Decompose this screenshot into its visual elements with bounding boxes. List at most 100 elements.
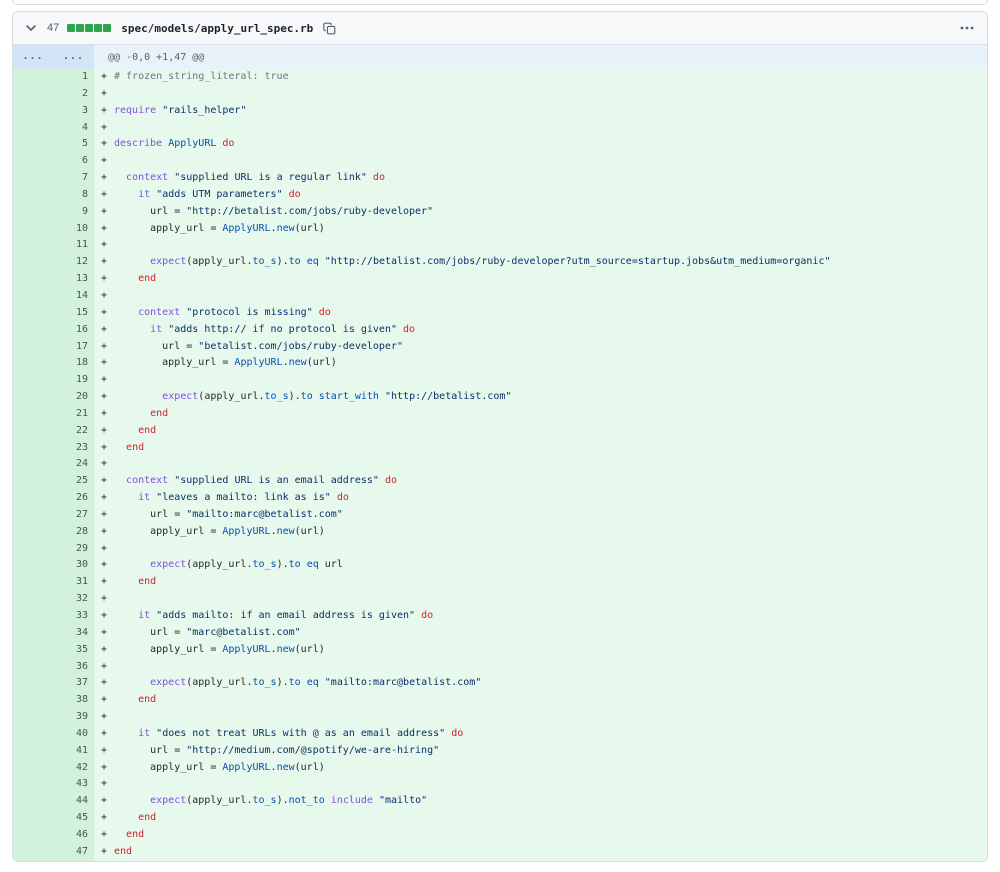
expand-hunk-new-button[interactable]: ... [63,52,84,62]
old-line-number-cell[interactable] [13,456,53,474]
old-line-number-cell[interactable] [13,490,53,507]
new-line-number-cell[interactable]: 10 [53,220,94,238]
old-line-number-cell[interactable] [13,810,53,827]
new-line-number-cell[interactable]: 1 [53,69,94,86]
old-line-number-cell[interactable] [13,692,53,710]
old-line-number-cell[interactable] [13,709,53,726]
old-line-number-cell[interactable] [13,338,53,356]
new-line-number-cell[interactable]: 40 [53,725,94,743]
new-line-number-cell[interactable]: 26 [53,490,94,507]
old-line-number-cell[interactable] [13,119,53,137]
old-line-number-cell[interactable] [13,271,53,288]
new-line-number-cell[interactable]: 23 [53,439,94,457]
old-line-number-cell[interactable] [13,439,53,457]
expand-hunk-old-button[interactable]: ... [22,52,43,62]
new-line-number-cell[interactable]: 36 [53,658,94,676]
old-line-number-cell[interactable] [13,506,53,524]
old-line-number-cell[interactable] [13,473,53,491]
new-line-number-cell[interactable]: 24 [53,456,94,474]
old-line-number-cell[interactable] [13,608,53,625]
new-line-number-cell[interactable]: 13 [53,271,94,288]
old-line-number-cell[interactable] [13,826,53,844]
old-line-number-cell[interactable] [13,405,53,423]
new-line-number-cell[interactable]: 25 [53,473,94,491]
new-line-number-cell[interactable]: 28 [53,523,94,541]
new-line-number-cell[interactable]: 5 [53,136,94,154]
old-line-number-cell[interactable] [13,624,53,642]
new-line-number-cell[interactable]: 11 [53,237,94,255]
old-line-number-cell[interactable] [13,675,53,693]
new-line-number-cell[interactable]: 39 [53,709,94,726]
new-line-number-cell[interactable]: 7 [53,170,94,187]
old-line-number-cell[interactable] [13,321,53,339]
new-line-number-cell[interactable]: 2 [53,85,94,103]
new-line-number-cell[interactable]: 30 [53,557,94,575]
new-line-number-cell[interactable]: 45 [53,810,94,827]
new-line-number-cell[interactable]: 20 [53,389,94,406]
new-line-number-cell[interactable]: 41 [53,742,94,760]
new-line-number-cell[interactable]: 35 [53,641,94,659]
new-line-number-cell[interactable]: 6 [53,153,94,171]
old-line-number-cell[interactable] [13,69,53,86]
old-line-number-cell[interactable] [13,85,53,103]
old-line-number-cell[interactable] [13,574,53,592]
old-line-number-cell[interactable] [13,304,53,322]
new-line-number-cell[interactable]: 37 [53,675,94,693]
new-line-number-cell[interactable]: 27 [53,506,94,524]
old-line-number-cell[interactable] [13,422,53,440]
new-line-number-cell[interactable]: 44 [53,793,94,811]
file-options-button[interactable] [957,18,977,38]
old-line-number-cell[interactable] [13,136,53,154]
new-line-number-cell[interactable]: 4 [53,119,94,137]
new-line-number-cell[interactable]: 42 [53,759,94,777]
old-line-number-cell[interactable] [13,725,53,743]
old-line-number-cell[interactable] [13,641,53,659]
old-line-number-cell[interactable] [13,237,53,255]
new-line-number-cell[interactable]: 29 [53,540,94,558]
new-line-number-cell[interactable]: 17 [53,338,94,356]
new-line-number-cell[interactable]: 33 [53,608,94,625]
new-line-number-cell[interactable]: 3 [53,102,94,120]
old-line-number-cell[interactable] [13,843,53,861]
new-line-number-cell[interactable]: 43 [53,776,94,794]
old-line-number-cell[interactable] [13,220,53,238]
old-line-number-cell[interactable] [13,372,53,390]
new-line-number-cell[interactable]: 22 [53,422,94,440]
old-line-number-cell[interactable] [13,759,53,777]
old-line-number-cell[interactable] [13,658,53,676]
new-line-number-cell[interactable]: 32 [53,591,94,608]
new-line-number-cell[interactable]: 19 [53,372,94,390]
new-line-number-cell[interactable]: 16 [53,321,94,339]
addition-marker: + [101,744,108,756]
old-line-number-cell[interactable] [13,776,53,794]
new-line-number-cell[interactable]: 18 [53,355,94,373]
old-line-number-cell[interactable] [13,355,53,373]
copy-path-button[interactable] [321,20,338,37]
new-line-number-cell[interactable]: 14 [53,287,94,305]
old-line-number-cell[interactable] [13,540,53,558]
new-line-number-cell[interactable]: 47 [53,843,94,861]
old-line-number-cell[interactable] [13,523,53,541]
old-line-number-cell[interactable] [13,153,53,171]
old-line-number-cell[interactable] [13,186,53,204]
old-line-number-cell[interactable] [13,793,53,811]
new-line-number-cell[interactable]: 21 [53,405,94,423]
new-line-number-cell[interactable]: 38 [53,692,94,710]
old-line-number-cell[interactable] [13,203,53,221]
new-line-number-cell[interactable]: 15 [53,304,94,322]
old-line-number-cell[interactable] [13,591,53,608]
old-line-number-cell[interactable] [13,557,53,575]
collapse-file-button[interactable] [23,20,39,36]
old-line-number-cell[interactable] [13,170,53,187]
old-line-number-cell[interactable] [13,287,53,305]
old-line-number-cell[interactable] [13,254,53,272]
old-line-number-cell[interactable] [13,389,53,406]
new-line-number-cell[interactable]: 46 [53,826,94,844]
old-line-number-cell[interactable] [13,742,53,760]
old-line-number-cell[interactable] [13,102,53,120]
new-line-number-cell[interactable]: 9 [53,203,94,221]
new-line-number-cell[interactable]: 31 [53,574,94,592]
new-line-number-cell[interactable]: 8 [53,186,94,204]
new-line-number-cell[interactable]: 12 [53,254,94,272]
new-line-number-cell[interactable]: 34 [53,624,94,642]
